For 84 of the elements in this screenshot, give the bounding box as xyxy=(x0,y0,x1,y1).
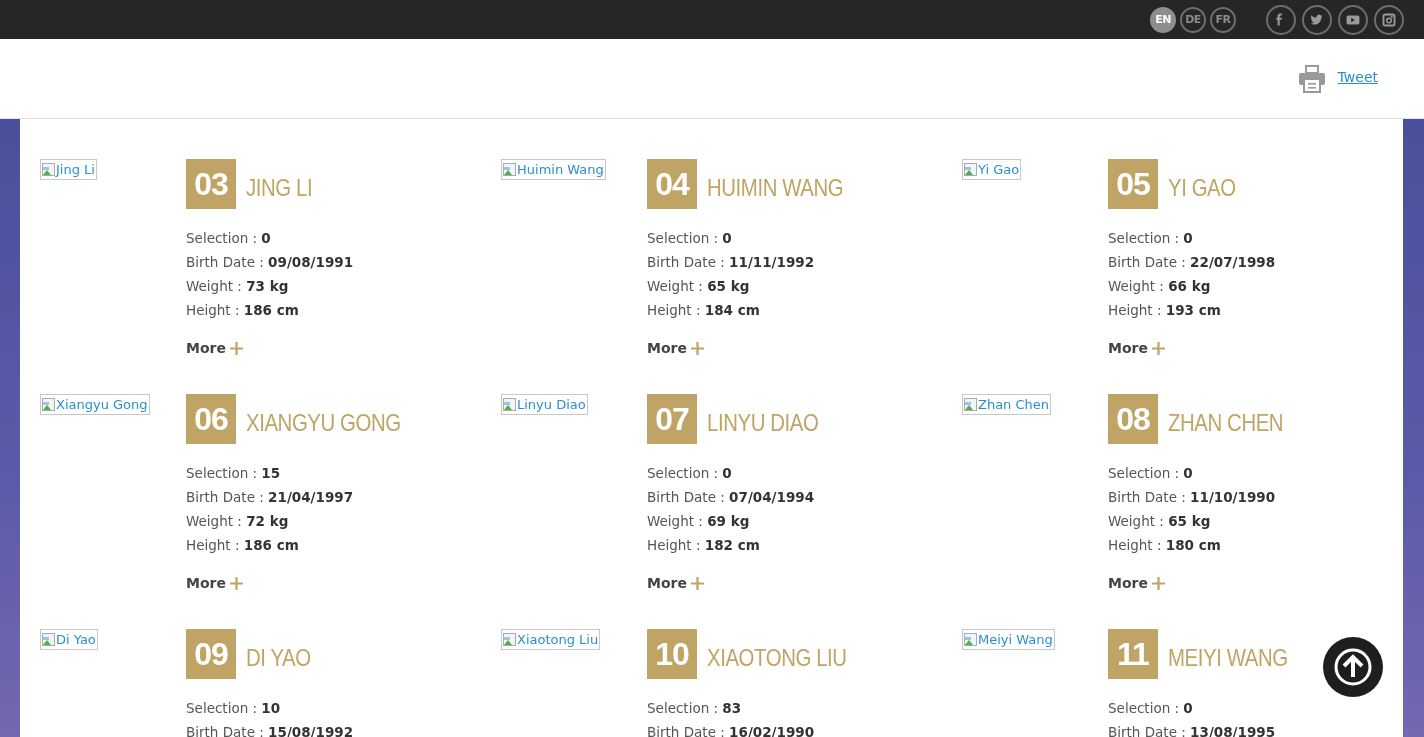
player-stat: Selection : 0 xyxy=(647,464,733,483)
plus-icon xyxy=(690,341,704,355)
player-stat: Height : 186 cm xyxy=(186,536,300,555)
player-stat: Weight : 73 kg xyxy=(186,277,290,296)
broken-image-icon xyxy=(503,162,517,177)
player-name: ZHAN CHEN xyxy=(1168,409,1284,437)
plus-icon xyxy=(690,576,704,590)
back-to-top-button[interactable] xyxy=(1323,637,1383,697)
player-stat: Birth Date : 22/07/1998 xyxy=(1108,253,1277,272)
facebook-icon[interactable] xyxy=(1266,4,1296,35)
youtube-icon[interactable] xyxy=(1338,4,1368,35)
instagram-icon[interactable] xyxy=(1374,4,1404,35)
tweet-link[interactable]: Tweet xyxy=(1337,69,1378,85)
player-stat: Weight : 66 kg xyxy=(1108,277,1212,296)
broken-image-icon xyxy=(503,397,517,412)
player-name: MEIYI WANG xyxy=(1168,644,1288,672)
more-link[interactable]: More xyxy=(1108,340,1165,356)
broken-image-icon xyxy=(503,632,517,647)
player-stat: Birth Date : 09/08/1991 xyxy=(186,253,355,272)
more-link[interactable]: More xyxy=(1108,575,1165,591)
player-number: 03 xyxy=(186,159,236,209)
image-alt-text: Xiaotong Liu xyxy=(517,632,599,647)
player-name: JING LI xyxy=(246,174,313,202)
player-stat: Birth Date : 21/04/1997 xyxy=(186,488,355,507)
player-stat: Height : 184 cm xyxy=(647,301,761,320)
language-option[interactable]: FR xyxy=(1210,6,1236,33)
image-alt-text: Jing Li xyxy=(56,162,95,177)
player-name: YI GAO xyxy=(1168,174,1236,202)
image-alt-text: Di Yao xyxy=(56,632,96,647)
image-alt-text: Zhan Chen xyxy=(978,397,1050,412)
player-stat: Selection : 83 xyxy=(647,699,743,718)
player-stat: Birth Date : 11/10/1990 xyxy=(1108,488,1277,507)
broken-image-icon xyxy=(964,632,978,647)
player-name: HUIMIN WANG xyxy=(707,174,844,202)
plus-icon xyxy=(229,341,243,355)
more-link[interactable]: More xyxy=(186,340,243,356)
player-stat: Selection : 0 xyxy=(186,229,272,248)
player-stat: Height : 193 cm xyxy=(1108,301,1222,320)
player-number: 10 xyxy=(647,629,697,679)
player-name: XIANGYU GONG xyxy=(246,409,401,437)
broken-image-icon xyxy=(42,397,56,412)
player-number: 08 xyxy=(1108,394,1158,444)
twitter-icon[interactable] xyxy=(1302,4,1332,35)
plus-icon xyxy=(1151,341,1165,355)
language-option[interactable]: DE xyxy=(1180,6,1206,33)
player-stat: Weight : 65 kg xyxy=(1108,512,1212,531)
broken-image-icon xyxy=(42,162,56,177)
player-number: 09 xyxy=(186,629,236,679)
image-alt-text: Linyu Diao xyxy=(517,397,586,412)
broken-image-icon xyxy=(42,632,56,647)
player-number: 07 xyxy=(647,394,697,444)
more-link[interactable]: More xyxy=(647,575,704,591)
image-alt-text: Xiangyu Gong xyxy=(56,397,148,412)
player-stat: Height : 186 cm xyxy=(186,301,300,320)
player-stat: Selection : 15 xyxy=(186,464,282,483)
image-alt-text: Yi Gao xyxy=(978,162,1020,177)
player-stat: Weight : 65 kg xyxy=(647,277,751,296)
player-stat: Selection : 0 xyxy=(1108,229,1194,248)
player-stat: Selection : 0 xyxy=(647,229,733,248)
player-stat: Birth Date : 07/04/1994 xyxy=(647,488,816,507)
player-stat: Height : 182 cm xyxy=(647,536,761,555)
more-link[interactable]: More xyxy=(186,575,243,591)
image-alt-text: Huimin Wang xyxy=(517,162,604,177)
player-stat: Weight : 69 kg xyxy=(647,512,751,531)
plus-icon xyxy=(229,576,243,590)
more-link[interactable]: More xyxy=(647,340,704,356)
player-stat: Weight : 72 kg xyxy=(186,512,290,531)
player-stat: Selection : 0 xyxy=(1108,464,1194,483)
player-number: 05 xyxy=(1108,159,1158,209)
player-stat: Selection : 10 xyxy=(186,699,282,718)
player-stat: Height : 180 cm xyxy=(1108,536,1222,555)
broken-image-icon xyxy=(964,162,978,177)
player-name: DI YAO xyxy=(246,644,311,672)
image-alt-text: Meiyi Wang xyxy=(978,632,1053,647)
player-stat: Selection : 0 xyxy=(1108,699,1194,718)
player-name: XIAOTONG LIU xyxy=(707,644,847,672)
print-icon[interactable] xyxy=(1297,64,1326,93)
player-number: 06 xyxy=(186,394,236,444)
player-number: 04 xyxy=(647,159,697,209)
plus-icon xyxy=(1151,576,1165,590)
broken-image-icon xyxy=(964,397,978,412)
player-number: 11 xyxy=(1108,629,1158,679)
player-name: LINYU DIAO xyxy=(707,409,819,437)
player-stat: Birth Date : 11/11/1992 xyxy=(647,253,816,272)
